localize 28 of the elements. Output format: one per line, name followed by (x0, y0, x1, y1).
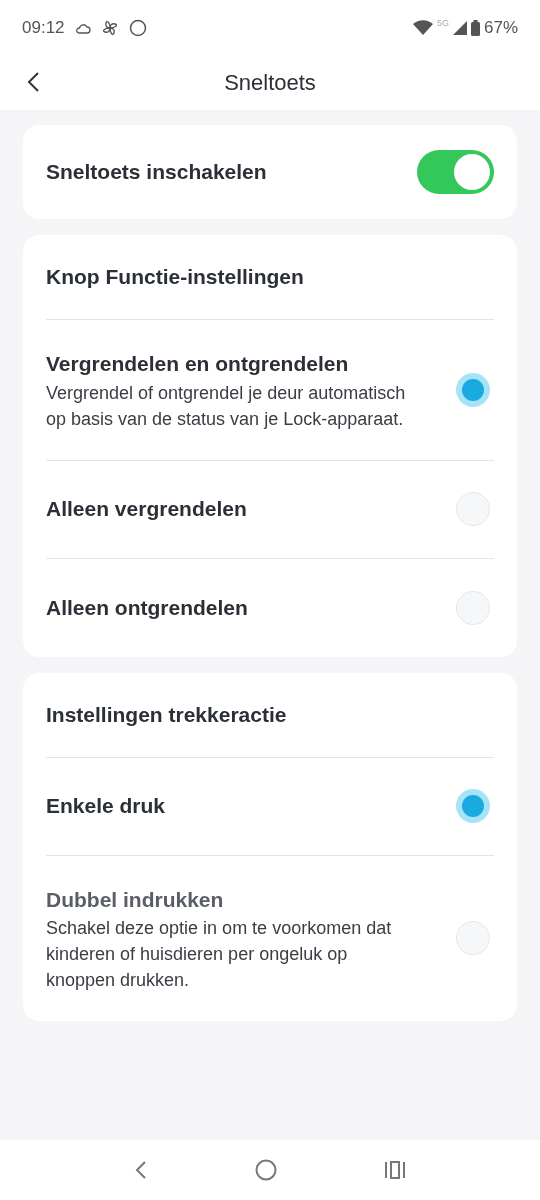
toggle-switch[interactable] (417, 150, 494, 194)
battery-percentage: 67% (483, 16, 518, 39)
battery-icon (470, 19, 480, 36)
home-icon[interactable] (255, 1159, 277, 1181)
back-icon[interactable] (133, 1159, 148, 1181)
option-label: Alleen ontgrendelen (46, 594, 248, 621)
radio-button[interactable] (456, 789, 490, 823)
radio-button[interactable] (456, 590, 490, 625)
radio-button[interactable] (456, 372, 490, 407)
option-description: Schakel deze optie in om te voorkomen dat kinderen of huisdieren per ongeluk op knoppen drukken. (46, 917, 393, 992)
option-description: Vergrendel of ontgrendel je deur automatisch op basis van de status van je Lock-apparaat. (46, 381, 407, 431)
wifi-icon (412, 19, 433, 36)
fan-icon (100, 18, 119, 37)
signal-icon (452, 20, 467, 35)
option-label: Alleen vergrendelen (46, 496, 247, 523)
option-label: Dubbel indrukken (46, 886, 225, 913)
option-label: Enkele druk (46, 793, 166, 820)
network-label: 5G (436, 16, 449, 30)
option-label: Vergrendelen en ontgrendelen (46, 351, 350, 377)
clock: 09:12 (22, 16, 65, 39)
chevron-left-icon (26, 71, 40, 93)
toggle-label: Sneltoets inschakelen (46, 159, 267, 186)
radio-button[interactable] (456, 492, 490, 526)
page-title: Sneltoets (224, 69, 316, 97)
section-title: Knop Functie-instellingen (46, 264, 304, 291)
section-title: Instellingen trekkeractie (46, 701, 287, 728)
recent-apps-icon[interactable] (384, 1160, 407, 1180)
circle-icon (128, 18, 147, 37)
